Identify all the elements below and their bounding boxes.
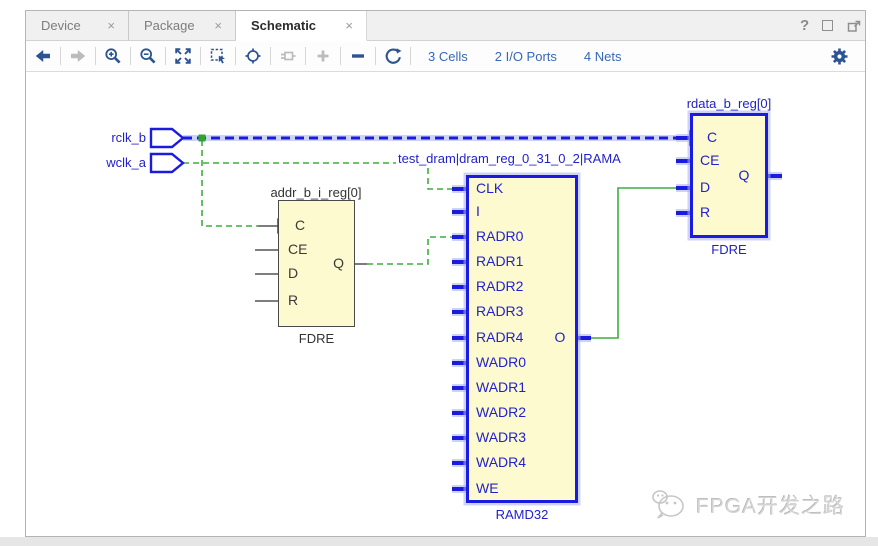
addr-reg-pin-d[interactable]: D: [288, 265, 298, 281]
addr-reg-pin-r[interactable]: R: [288, 292, 298, 308]
ram-pin-i[interactable]: I: [476, 203, 480, 219]
watermark: FPGA开发之路: [650, 489, 845, 521]
ram-instance-label[interactable]: test_dram|dram_reg_0_31_0_2|RAMA: [396, 151, 623, 166]
rdata-reg-pin-ce[interactable]: CE: [700, 152, 719, 168]
addr-reg-instance-label[interactable]: addr_b_i_reg[0]: [246, 185, 386, 200]
net-junction-dot: [199, 135, 206, 142]
watermark-text: FPGA开发之路: [696, 490, 845, 520]
ram-pin-wadr2[interactable]: WADR2: [476, 404, 526, 420]
addr-reg-pin-c[interactable]: C: [295, 217, 305, 233]
addr-reg-pin-ce[interactable]: CE: [288, 241, 307, 257]
port-wclk-a-label[interactable]: wclk_a: [60, 155, 146, 170]
net-rclk-b-branch[interactable]: [199, 135, 259, 227]
wechat-logo-icon: [650, 489, 688, 521]
rdata-reg-type-label: FDRE: [690, 242, 768, 257]
ram-pin-radr0[interactable]: RADR0: [476, 228, 523, 244]
addr-reg-type-label: FDRE: [278, 331, 355, 346]
ram-pin-radr1[interactable]: RADR1: [476, 253, 523, 269]
ram-pin-o[interactable]: O: [552, 329, 568, 345]
rdata-reg-pin-c[interactable]: C: [707, 129, 717, 145]
rdata-reg-pin-q[interactable]: Q: [734, 167, 754, 183]
addr-reg-pin-q[interactable]: Q: [322, 255, 344, 271]
schematic-window: Device × Package × Schematic × ?: [0, 0, 878, 546]
port-rclk-b-symbol[interactable]: [151, 129, 183, 147]
net-ram-o[interactable]: [591, 188, 677, 338]
rdata-reg-instance-label[interactable]: rdata_b_reg[0]: [655, 96, 803, 111]
ram-pin-radr4[interactable]: RADR4: [476, 329, 523, 345]
ram-pin-radr2[interactable]: RADR2: [476, 278, 523, 294]
ram-pin-radr3[interactable]: RADR3: [476, 303, 523, 319]
rdata-reg-pin-r[interactable]: R: [700, 204, 710, 220]
port-wclk-a-symbol[interactable]: [151, 154, 183, 172]
rdata-reg-pin-d[interactable]: D: [700, 179, 710, 195]
ram-pin-wadr1[interactable]: WADR1: [476, 379, 526, 395]
schematic-canvas-wires: [0, 0, 878, 546]
port-rclk-b-label[interactable]: rclk_b: [60, 130, 146, 145]
ram-pin-we[interactable]: WE: [476, 480, 499, 496]
ram-pin-wadr4[interactable]: WADR4: [476, 454, 526, 470]
ram-pin-wadr0[interactable]: WADR0: [476, 354, 526, 370]
net-addr-q[interactable]: [367, 237, 452, 264]
ram-pin-clk[interactable]: CLK: [476, 180, 503, 196]
ram-type-label: RAMD32: [466, 507, 578, 522]
ram-pin-wadr3[interactable]: WADR3: [476, 429, 526, 445]
